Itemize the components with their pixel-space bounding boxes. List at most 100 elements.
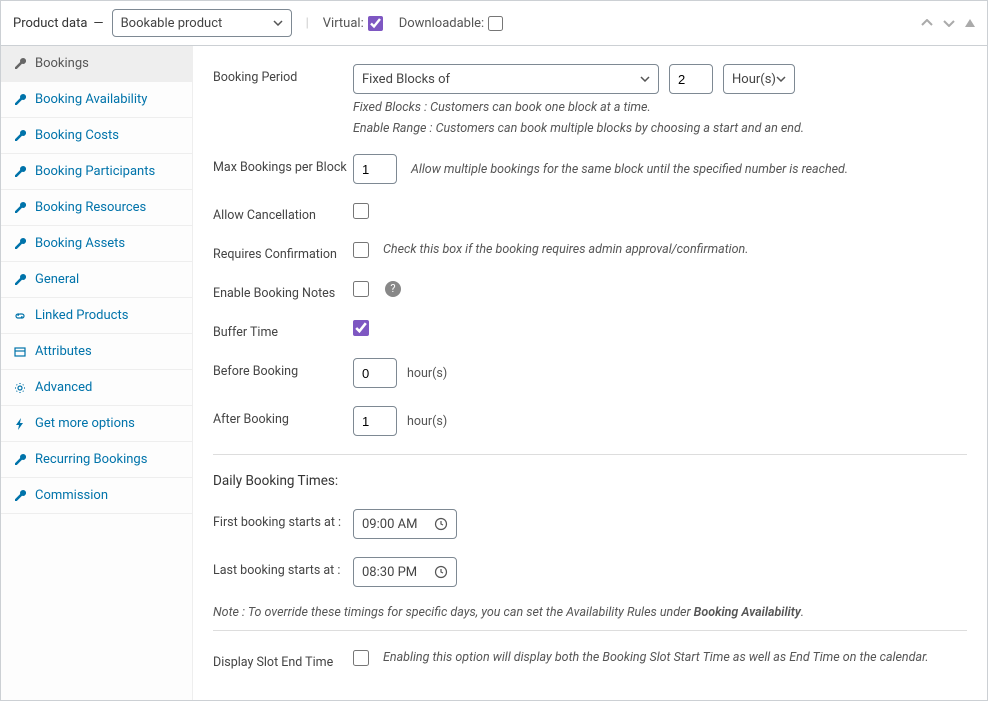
booking-period-help2: Enable Range : Customers can book multip… [353, 121, 967, 136]
help-icon[interactable]: ? [385, 281, 401, 297]
sidebar-item-advanced[interactable]: Advanced [1, 370, 192, 406]
allow-cancellation-checkbox[interactable] [353, 203, 369, 219]
last-booking-label: Last booking starts at : [213, 557, 353, 578]
link-icon [13, 309, 27, 323]
panel-body: Bookings Booking Availability Booking Co… [1, 46, 987, 700]
divider [213, 630, 967, 631]
sidebar-item-label: Booking Resources [35, 200, 146, 215]
row-last-booking: Last booking starts at : 08:30 PM [213, 557, 967, 587]
buffer-time-checkbox[interactable] [353, 320, 369, 336]
clock-icon [434, 565, 448, 579]
row-enable-notes: Enable Booking Notes ? [213, 280, 967, 301]
before-booking-input[interactable] [353, 358, 397, 388]
wrench-icon [13, 57, 27, 71]
chevron-down-icon [776, 76, 786, 82]
sidebar-item-general[interactable]: General [1, 262, 192, 298]
divider [213, 454, 967, 455]
sidebar-item-label: Bookings [35, 56, 89, 71]
separator: | [306, 16, 309, 31]
booking-period-type-select[interactable]: Fixed Blocks of [353, 64, 659, 94]
downloadable-checkbox[interactable] [488, 16, 503, 31]
sidebar-item-recurring-bookings[interactable]: Recurring Bookings [1, 442, 192, 478]
requires-confirmation-label: Requires Confirmation [213, 241, 353, 262]
max-bookings-help: Allow multiple bookings for the same blo… [411, 162, 848, 177]
allow-cancellation-label: Allow Cancellation [213, 202, 353, 223]
booking-period-label: Booking Period [213, 64, 353, 85]
virtual-checkbox[interactable] [368, 16, 383, 31]
row-max-bookings: Max Bookings per Block Allow multiple bo… [213, 154, 967, 184]
sidebar-item-get-more-options[interactable]: Get more options [1, 406, 192, 442]
wrench-icon [13, 93, 27, 107]
booking-period-qty-input[interactable] [669, 64, 713, 94]
sidebar-item-attributes[interactable]: Attributes [1, 334, 192, 370]
content: Booking Period Fixed Blocks of Hour(s) [193, 46, 987, 700]
sidebar-item-booking-assets[interactable]: Booking Assets [1, 226, 192, 262]
row-buffer-time: Buffer Time [213, 319, 967, 340]
box-icon [13, 345, 27, 359]
first-booking-time-input[interactable]: 09:00 AM [353, 509, 457, 539]
virtual-label: Virtual: [323, 16, 364, 31]
last-booking-time-input[interactable]: 08:30 PM [353, 557, 457, 587]
requires-confirmation-help: Check this box if the booking requires a… [383, 242, 748, 257]
virtual-toggle[interactable]: Virtual: [323, 16, 383, 31]
product-data-panel: Product data — Bookable product | Virtua… [0, 0, 988, 701]
row-after-booking: After Booking hour(s) [213, 406, 967, 436]
buffer-time-label: Buffer Time [213, 319, 353, 340]
wrench-icon [13, 201, 27, 215]
sidebar-item-label: Booking Assets [35, 236, 125, 251]
move-up-icon[interactable] [921, 16, 933, 31]
note-prefix: Note : To override these timings for spe… [213, 605, 694, 620]
note-strong: Booking Availability [694, 605, 801, 620]
daily-times-title: Daily Booking Times: [213, 473, 967, 489]
dash: — [93, 16, 103, 31]
product-type-value: Bookable product [121, 16, 223, 31]
sidebar-item-booking-costs[interactable]: Booking Costs [1, 118, 192, 154]
wrench-icon [13, 165, 27, 179]
display-slot-end-help: Enabling this option will display both t… [383, 650, 929, 665]
note-suffix: . [801, 605, 804, 620]
move-down-icon[interactable] [943, 16, 955, 31]
sidebar-item-label: Linked Products [35, 308, 128, 323]
booking-period-unit-value: Hour(s) [732, 72, 776, 87]
sidebar-item-label: Booking Participants [35, 164, 155, 179]
row-before-booking: Before Booking hour(s) [213, 358, 967, 388]
sidebar-item-booking-participants[interactable]: Booking Participants [1, 154, 192, 190]
downloadable-label: Downloadable: [399, 16, 484, 31]
sidebar-item-linked-products[interactable]: Linked Products [1, 298, 192, 334]
max-bookings-label: Max Bookings per Block [213, 154, 353, 175]
bolt-icon [13, 417, 27, 431]
row-booking-period: Booking Period Fixed Blocks of Hour(s) [213, 64, 967, 136]
display-slot-end-checkbox[interactable] [353, 650, 369, 666]
max-bookings-input[interactable] [353, 154, 397, 184]
wrench-icon [13, 129, 27, 143]
panel-title: Product data [13, 16, 87, 31]
wrench-icon [13, 237, 27, 251]
booking-period-unit-select[interactable]: Hour(s) [723, 64, 795, 94]
sidebar-item-label: Booking Availability [35, 92, 147, 107]
sidebar-item-label: General [35, 272, 79, 287]
sidebar-item-label: Advanced [35, 380, 92, 395]
daily-times-note: Note : To override these timings for spe… [213, 605, 967, 620]
downloadable-toggle[interactable]: Downloadable: [399, 16, 503, 31]
after-booking-input[interactable] [353, 406, 397, 436]
sidebar-item-bookings[interactable]: Bookings [1, 46, 192, 82]
enable-notes-checkbox[interactable] [353, 281, 369, 297]
sidebar-item-booking-availability[interactable]: Booking Availability [1, 82, 192, 118]
chevron-down-icon [640, 76, 650, 82]
first-booking-label: First booking starts at : [213, 509, 353, 530]
sidebar-item-label: Get more options [35, 416, 135, 431]
row-allow-cancellation: Allow Cancellation [213, 202, 967, 223]
before-booking-unit: hour(s) [407, 366, 447, 381]
row-first-booking: First booking starts at : 09:00 AM [213, 509, 967, 539]
first-booking-value: 09:00 AM [362, 517, 417, 532]
collapse-icon[interactable] [965, 16, 975, 31]
sidebar-item-label: Attributes [35, 344, 92, 359]
sidebar-item-commission[interactable]: Commission [1, 478, 192, 514]
sidebar-item-label: Recurring Bookings [35, 452, 147, 467]
sidebar: Bookings Booking Availability Booking Co… [1, 46, 193, 700]
before-booking-label: Before Booking [213, 358, 353, 379]
sidebar-item-booking-resources[interactable]: Booking Resources [1, 190, 192, 226]
product-type-select[interactable]: Bookable product [112, 9, 292, 37]
after-booking-unit: hour(s) [407, 414, 447, 429]
requires-confirmation-checkbox[interactable] [353, 242, 369, 258]
